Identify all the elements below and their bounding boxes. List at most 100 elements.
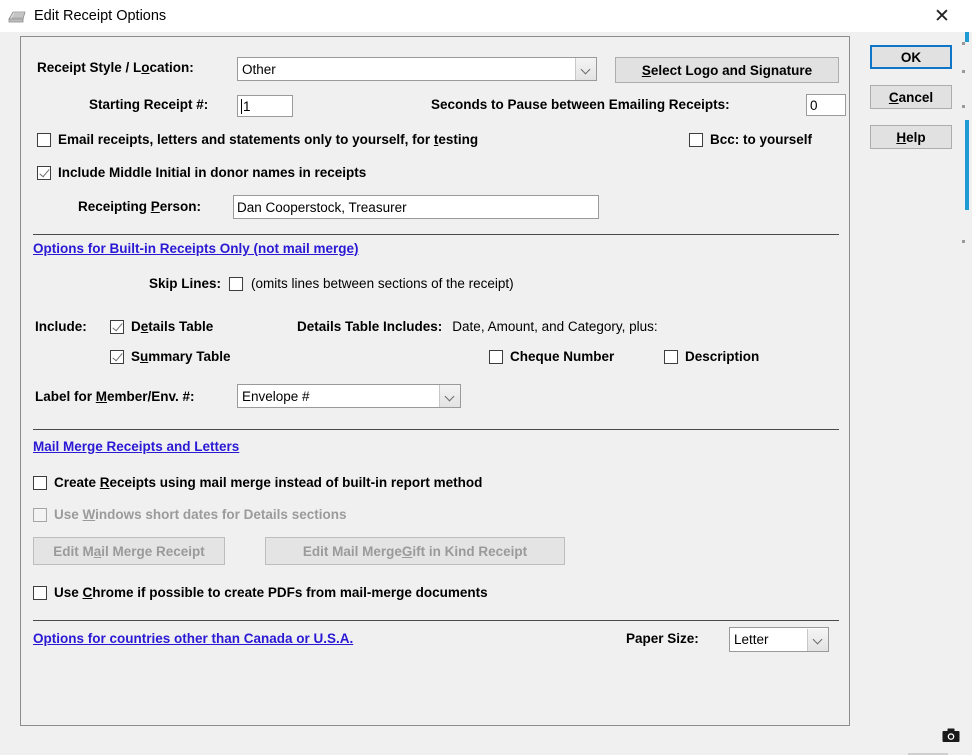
mail-merge-link[interactable]: Mail Merge Receipts and Letters xyxy=(33,439,239,454)
title-bar: Edit Receipt Options ✕ xyxy=(0,0,972,32)
checkbox-icon[interactable] xyxy=(489,349,503,364)
camera-icon[interactable] xyxy=(942,728,960,743)
skip-lines-row: Skip Lines: (omits lines between section… xyxy=(149,276,514,291)
create-receipts-checkbox[interactable]: Create Receipts using mail merge instead… xyxy=(33,475,482,490)
edit-mm-receipt-label-part2: il Merge Receipt xyxy=(101,543,205,559)
description-checkbox[interactable]: Description xyxy=(664,349,759,364)
details-includes-row: Details Table Includes: Date, Amount, an… xyxy=(297,319,658,334)
edit-mail-merge-gift-in-kind-button: Edit Mail Merge Gift in Kind Receipt xyxy=(265,537,565,565)
use-chrome-mnemonic: C xyxy=(82,585,93,600)
help-button-label: elp xyxy=(906,129,926,145)
short-dates-label: Use Windows short dates for Details sect… xyxy=(54,507,347,522)
short-dates-mnemonic: W xyxy=(82,507,96,522)
middle-initial-label: Include Middle Initial in donor names in… xyxy=(58,165,367,180)
receipt-style-mnemonic: o xyxy=(141,60,150,75)
label-member-env-select[interactable]: Envelope # xyxy=(237,384,461,408)
typewriter-icon xyxy=(6,5,28,27)
cheque-number-checkbox[interactable]: Cheque Number xyxy=(489,349,614,364)
skip-lines-checkbox[interactable] xyxy=(229,276,244,291)
receipt-style-label-part2: cation: xyxy=(149,60,194,75)
starting-receipt-value: 1 xyxy=(243,98,251,114)
builtin-receipts-heading: Options for Built-in Receipts Only (not … xyxy=(33,241,359,256)
checkbox-icon[interactable] xyxy=(689,132,703,147)
receipting-person-value: Dan Cooperstock, Treasurer xyxy=(237,199,407,215)
label-member-env-value: Envelope # xyxy=(242,388,310,404)
bcc-to-self-label: Bcc: to yourself xyxy=(710,132,813,147)
details-table-label: Details Table xyxy=(131,319,214,334)
bcc-to-self-checkbox[interactable]: Bcc: to yourself xyxy=(689,132,812,147)
seconds-pause-label: Seconds to Pause between Emailing Receip… xyxy=(431,97,730,112)
summary-table-label: Summary Table xyxy=(131,349,231,364)
summary-table-checkbox[interactable]: Summary Table xyxy=(110,349,231,364)
checkbox-checked-icon[interactable] xyxy=(110,319,124,334)
edge-tick xyxy=(962,105,965,108)
chevron-down-icon[interactable] xyxy=(439,385,460,407)
builtin-receipts-link[interactable]: Options for Built-in Receipts Only (not … xyxy=(33,241,359,256)
divider xyxy=(33,429,839,430)
edge-tick xyxy=(962,42,965,45)
use-chrome-checkbox[interactable]: Use Chrome if possible to create PDFs fr… xyxy=(33,585,488,600)
ok-button-label: OK xyxy=(900,49,922,65)
paper-size-value: Letter xyxy=(734,632,769,647)
create-receipts-mnemonic: R xyxy=(99,475,110,490)
receipt-style-value: Other xyxy=(242,61,276,77)
email-to-self-checkbox[interactable]: Email receipts, letters and statements o… xyxy=(37,132,478,147)
edit-mm-receipt-label-part1: Edit M xyxy=(53,543,94,559)
receipting-person-mnemonic: P xyxy=(150,199,160,214)
checkbox-icon[interactable] xyxy=(37,132,51,147)
description-label: Description xyxy=(685,349,760,364)
window-title: Edit Receipt Options xyxy=(34,8,167,24)
select-logo-signature-button[interactable]: Select Logo and Signature xyxy=(615,57,839,83)
close-icon[interactable]: ✕ xyxy=(922,2,962,30)
seconds-pause-value: 0 xyxy=(810,97,818,113)
ok-button[interactable]: OK xyxy=(870,45,952,69)
cancel-mnemonic: C xyxy=(888,89,899,105)
receipt-style-select[interactable]: Other xyxy=(237,57,597,81)
edit-gik-label-part2: ift in Kind Receipt xyxy=(412,543,528,559)
edit-gik-mnemonic: G xyxy=(401,543,413,559)
label-member-env-label: Label for Member/Env. #: xyxy=(35,389,195,404)
email-to-self-label: Email receipts, letters and statements o… xyxy=(58,132,479,147)
checkbox-icon xyxy=(33,507,47,522)
checkbox-checked-icon[interactable] xyxy=(37,165,51,180)
divider xyxy=(33,620,839,621)
checkbox-icon[interactable] xyxy=(33,475,47,490)
receipting-person-label: Receipting Person: xyxy=(78,199,202,214)
use-chrome-label: Use Chrome if possible to create PDFs fr… xyxy=(54,585,488,600)
details-table-checkbox[interactable]: Details Table xyxy=(110,319,213,334)
starting-receipt-label: Starting Receipt #: xyxy=(89,97,209,112)
edge-tick xyxy=(962,70,965,73)
select-logo-label: elect Logo and Signature xyxy=(650,62,813,78)
options-panel: Receipt Style / Location: Other Select L… xyxy=(20,36,850,726)
skip-lines-note: (omits lines between sections of the rec… xyxy=(251,276,514,291)
checkbox-checked-icon[interactable] xyxy=(110,349,124,364)
text-caret xyxy=(241,98,242,114)
chevron-down-icon[interactable] xyxy=(575,58,596,80)
receipting-person-input[interactable]: Dan Cooperstock, Treasurer xyxy=(233,195,599,219)
seconds-pause-input[interactable]: 0 xyxy=(806,94,846,116)
receipt-style-label: Receipt Style / Location: xyxy=(37,60,194,75)
details-includes-value: Date, Amount, and Category, plus: xyxy=(452,319,658,334)
edit-mail-merge-receipt-button: Edit Ma il Merge Receipt xyxy=(33,537,225,565)
other-countries-link[interactable]: Options for countries other than Canada … xyxy=(33,631,353,646)
edge-accent-top xyxy=(965,32,969,42)
edge-tick xyxy=(962,240,965,243)
checkbox-icon[interactable] xyxy=(664,349,678,364)
chevron-down-icon[interactable] xyxy=(807,628,828,651)
right-edge-strip xyxy=(956,32,972,755)
divider xyxy=(33,234,839,235)
starting-receipt-input[interactable]: 1 xyxy=(237,95,293,117)
edge-accent-scroll[interactable] xyxy=(965,120,969,210)
help-button[interactable]: Help xyxy=(870,125,952,149)
other-countries-label: Options for countries other than Canada … xyxy=(33,631,354,646)
middle-initial-checkbox[interactable]: Include Middle Initial in donor names in… xyxy=(37,165,366,180)
details-includes-label: Details Table Includes: xyxy=(297,319,443,334)
checkbox-icon[interactable] xyxy=(33,585,47,600)
help-mnemonic: H xyxy=(896,129,907,145)
include-label: Include: xyxy=(35,319,87,334)
paper-size-label: Paper Size: xyxy=(626,631,699,646)
paper-size-select[interactable]: Letter xyxy=(729,627,829,652)
cancel-button[interactable]: Cancel xyxy=(870,85,952,109)
select-logo-mnemonic: S xyxy=(641,62,651,78)
create-receipts-label: Create Receipts using mail merge instead… xyxy=(54,475,483,490)
